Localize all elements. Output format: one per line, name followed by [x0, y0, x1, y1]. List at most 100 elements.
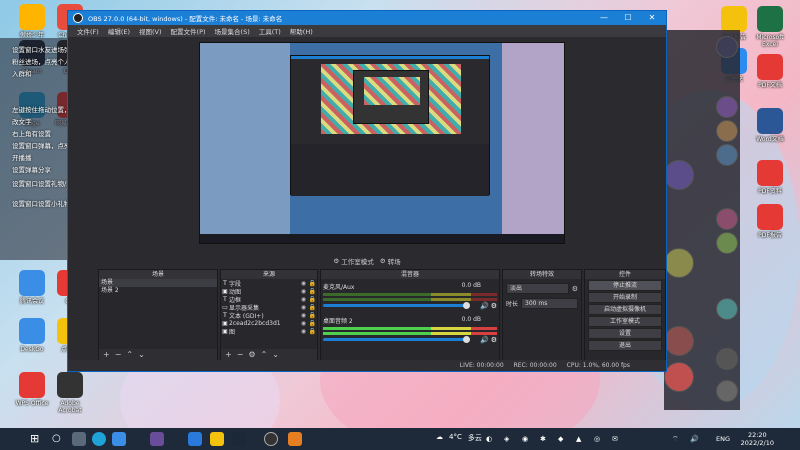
desktop-icon[interactable]: PDF报告: [748, 204, 792, 239]
transition-select[interactable]: 淡出: [506, 283, 569, 294]
volume-knob[interactable]: [463, 302, 470, 309]
tray-icon[interactable]: ◆: [558, 435, 566, 443]
remove-icon[interactable]: −: [237, 350, 244, 359]
eye-icon[interactable]: ◉: [299, 288, 308, 295]
source-item[interactable]: ▣ 图 ◉ 🔒: [221, 327, 317, 336]
app-icon: [19, 318, 45, 344]
mode-button[interactable]: ⚙ 工作室模式: [333, 256, 373, 266]
desktop-icon[interactable]: Adobe Acrobat: [48, 372, 92, 414]
speaker-icon[interactable]: 🔊: [480, 336, 489, 344]
source-item[interactable]: T 文本 (GDI+) ◉ 🔒: [221, 311, 317, 320]
source-type-icon: T: [223, 279, 227, 287]
scene-item[interactable]: 场景 2: [99, 287, 217, 295]
app-icon[interactable]: [150, 432, 164, 446]
chat-avatar: [664, 326, 694, 356]
control-button[interactable]: 启动虚拟摄像机: [588, 304, 662, 315]
maximize-button[interactable]: ☐: [616, 11, 640, 25]
eye-icon[interactable]: ◉: [299, 304, 308, 311]
up-icon[interactable]: ⌃: [126, 350, 133, 359]
menu-item[interactable]: 编辑(E): [108, 26, 130, 36]
gear-icon[interactable]: ⚙: [572, 285, 578, 293]
eye-icon[interactable]: ◉: [299, 280, 308, 287]
gear-icon[interactable]: ⚙: [491, 336, 497, 344]
source-name: 2cead2c2bcd3d1: [229, 319, 281, 327]
down-icon[interactable]: ⌄: [138, 350, 145, 359]
desktop-icon[interactable]: Word文档: [748, 108, 792, 143]
volume-slider[interactable]: [323, 302, 470, 309]
obs-titlebar[interactable]: OBS 27.0.0 (64-bit, windows) - 配置文件: 未命名…: [68, 11, 666, 25]
control-button[interactable]: 工作室模式: [588, 316, 662, 327]
obs-icon[interactable]: [264, 432, 278, 446]
language-indicator[interactable]: ENG: [716, 435, 730, 443]
app-icon[interactable]: [288, 432, 302, 446]
up-icon[interactable]: ⌃: [261, 350, 268, 359]
lock-icon[interactable]: 🔒: [308, 280, 317, 287]
lock-icon[interactable]: 🔒: [308, 304, 317, 311]
eye-icon[interactable]: ◉: [299, 296, 308, 303]
control-button[interactable]: 开始录制: [588, 292, 662, 303]
desktop-icon-label: PDF文档: [758, 82, 782, 89]
tray-icon[interactable]: ▲: [576, 435, 584, 443]
menu-item[interactable]: 场景集合(S): [215, 26, 250, 36]
menu-item[interactable]: 帮助(H): [290, 26, 313, 36]
edge-icon[interactable]: [92, 432, 106, 446]
desktop-icon[interactable]: Microsoft Excel: [748, 6, 792, 48]
gear-icon[interactable]: ⚙: [248, 350, 255, 359]
mail-icon[interactable]: [112, 432, 126, 446]
tray-icon[interactable]: ✉: [612, 435, 620, 443]
steam-icon[interactable]: [232, 432, 246, 446]
volume-slider[interactable]: [323, 336, 470, 343]
menu-item[interactable]: 工具(T): [259, 26, 281, 36]
add-icon[interactable]: +: [103, 350, 110, 359]
gear-icon[interactable]: ⚙: [491, 302, 497, 310]
weather-widget[interactable]: ☁ 4°C 多云: [436, 433, 482, 443]
wifi-icon[interactable]: ⌔: [672, 435, 680, 443]
control-button[interactable]: 退出: [588, 340, 662, 351]
volume-knob[interactable]: [463, 336, 470, 343]
clock-date: 2022/2/10: [740, 439, 774, 447]
app-icon[interactable]: [188, 432, 202, 446]
lock-icon[interactable]: 🔒: [308, 320, 317, 327]
desktop-icon[interactable]: PDF文档: [748, 54, 792, 89]
chat-avatar: [716, 96, 738, 118]
lock-icon[interactable]: 🔒: [308, 288, 317, 295]
minimize-button[interactable]: —: [592, 11, 616, 25]
app-icon[interactable]: [210, 432, 224, 446]
tray-icon[interactable]: ◎: [594, 435, 602, 443]
down-icon[interactable]: ⌄: [272, 350, 279, 359]
menu-item[interactable]: 文件(F): [77, 26, 99, 36]
preview-canvas[interactable]: [199, 42, 565, 244]
menu-item[interactable]: 配置文件(P): [171, 26, 206, 36]
tray-icon[interactable]: ◈: [504, 435, 512, 443]
transitions-dock: 转场特效 淡出 ⚙ 时长 300 ms: [502, 269, 582, 361]
sources-toolbar: + − ⚙ ⌃ ⌄: [221, 349, 317, 360]
speaker-icon[interactable]: 🔊: [480, 302, 489, 310]
add-icon[interactable]: +: [225, 350, 232, 359]
start-button[interactable]: ⊞: [30, 432, 44, 446]
clock[interactable]: 22:20 2022/2/10: [741, 431, 774, 447]
tray-icon[interactable]: ✱: [540, 435, 548, 443]
control-button[interactable]: 设置: [588, 328, 662, 339]
tray-icon[interactable]: ◉: [522, 435, 530, 443]
remove-icon[interactable]: −: [115, 350, 122, 359]
eye-icon[interactable]: ◉: [299, 328, 308, 335]
volume-icon[interactable]: 🔊: [690, 435, 699, 443]
cloud-icon: ☁: [436, 433, 443, 441]
preview-area: [68, 37, 666, 255]
lock-icon[interactable]: 🔒: [308, 312, 317, 319]
tray-icon[interactable]: ◐: [486, 435, 494, 443]
lock-icon[interactable]: 🔒: [308, 328, 317, 335]
lock-icon[interactable]: 🔒: [308, 296, 317, 303]
scene-item[interactable]: 场景: [99, 279, 217, 287]
mixer-channel: 桌面音频 2 0.0 dB 🔊 ⚙: [323, 316, 497, 344]
search-icon[interactable]: ○: [52, 432, 66, 446]
eye-icon[interactable]: ◉: [299, 312, 308, 319]
desktop-icon[interactable]: PDF资料: [748, 160, 792, 195]
menu-item[interactable]: 视图(V): [139, 26, 162, 36]
close-button[interactable]: ✕: [640, 11, 664, 25]
duration-input[interactable]: 300 ms: [521, 298, 578, 309]
mode-button[interactable]: ⚙ 转场: [380, 256, 401, 266]
taskview-icon[interactable]: [72, 432, 86, 446]
control-button[interactable]: 停止推流: [588, 280, 662, 291]
eye-icon[interactable]: ◉: [299, 320, 308, 327]
